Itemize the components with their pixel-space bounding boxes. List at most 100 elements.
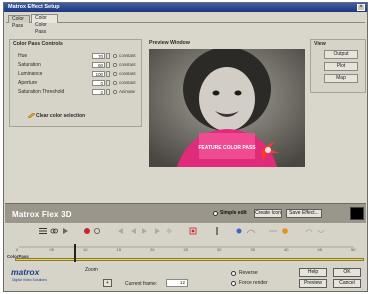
tab-color-pass[interactable]: Color Pass (8, 15, 30, 29)
hue-field[interactable]: 70 (92, 53, 105, 59)
link-icon[interactable] (50, 227, 58, 235)
pencil-icon[interactable] (28, 113, 35, 118)
keyframe-add-icon[interactable] (165, 227, 173, 235)
tab-strip: Color Pass Color Color Pass (6, 14, 365, 35)
cancel-button[interactable]: Cancel (333, 279, 361, 288)
map-button[interactable]: Map (324, 74, 358, 83)
simple-edit-radio[interactable] (213, 211, 218, 216)
preview-image: FEATURE COLOR PASS (149, 49, 305, 167)
preview-window-panel: Preview Window FEATURE COLOR PASS (147, 39, 307, 169)
reverse-label: Reverse (239, 270, 258, 276)
control-label: Saturation (18, 62, 41, 68)
zoom-button[interactable]: + (103, 279, 112, 287)
clear-color-selection-button[interactable]: Clear color selection (36, 113, 85, 121)
record-icon[interactable] (83, 227, 91, 235)
aperture-constant-radio[interactable] (113, 81, 117, 85)
keyframe-last-icon[interactable] (153, 227, 161, 235)
mode-label: constant (119, 62, 136, 67)
preview-title: Preview Window (149, 40, 190, 46)
create-icon-button[interactable]: Create Icon (254, 209, 282, 218)
keyframe-orange-icon[interactable] (281, 227, 289, 235)
loop-icon[interactable] (305, 227, 313, 235)
luminance-stepper[interactable] (106, 71, 110, 77)
save-effect-button[interactable]: Save Effect... (286, 209, 322, 218)
mode-label: constant (119, 71, 136, 76)
ruler-tick-label: 25 (183, 247, 188, 252)
reverse-radio[interactable] (231, 271, 236, 276)
current-frame-field[interactable]: 12 (166, 279, 188, 287)
control-label: Hue (18, 53, 28, 59)
ruler-tick-label: 15 (116, 247, 121, 252)
ruler-tick-label: 45 (317, 247, 322, 252)
help-button[interactable]: Help (299, 268, 327, 277)
brand-label: Matrox Flex 3D (12, 210, 72, 219)
ruler-tick-label: 40 (284, 247, 289, 252)
ok-button[interactable]: OK (333, 268, 361, 277)
playhead-cursor[interactable] (74, 244, 76, 262)
ruler-tick-label: 35 (250, 247, 255, 252)
ruler-tick-label: 30 (217, 247, 222, 252)
list-icon[interactable] (39, 227, 47, 235)
saturation-threshold-field[interactable]: 2 (92, 89, 105, 95)
color-swatch[interactable] (350, 207, 364, 220)
view-title: View (314, 41, 326, 47)
preview-banner-text: FEATURE COLOR PASS (198, 145, 256, 151)
action-bar: Matrox Flex 3D Simple edit Create Icon S… (5, 203, 366, 223)
ruler-tick-label: 50 (351, 247, 356, 252)
saturation-threshold-animate-radio[interactable] (113, 90, 117, 94)
force-render-label: Force render (239, 280, 268, 286)
marker-icon[interactable] (213, 227, 221, 235)
luminance-constant-radio[interactable] (113, 72, 117, 76)
keyframe-first-icon[interactable] (117, 227, 125, 235)
luminance-field[interactable]: 100 (92, 71, 105, 77)
effect-setup-window: Matrox Effect Setup × Color Pass Color C… (3, 2, 368, 292)
aperture-field[interactable]: 0 (92, 80, 105, 86)
ruler-tick-label: 10 (83, 247, 88, 252)
stop-icon[interactable] (93, 227, 101, 235)
tab-color-color-pass[interactable]: Color Color Pass (31, 14, 58, 35)
interpolation-blue-icon[interactable] (235, 227, 243, 235)
force-render-radio[interactable] (231, 281, 236, 286)
keyframe-prev-icon[interactable] (129, 227, 137, 235)
saturation-stepper[interactable] (106, 62, 110, 68)
hue-constant-radio[interactable] (113, 54, 117, 58)
output-button[interactable]: Output (324, 50, 358, 59)
keyframe-next-icon[interactable] (141, 227, 149, 235)
mode-label: constant (119, 80, 136, 85)
saturation-field[interactable]: 50 (92, 62, 105, 68)
footer: matrox Digital Video Solutions Zoom + Cu… (5, 263, 366, 291)
play-icon[interactable] (61, 227, 69, 235)
logo-subtitle: Digital Video Solutions (12, 278, 47, 282)
keyframe-red-icon[interactable] (189, 227, 197, 235)
mode-label: Animate (119, 89, 136, 94)
control-label: Aperture (18, 80, 38, 86)
control-label: Saturation Threshold (18, 89, 65, 95)
saturation-threshold-stepper[interactable] (106, 89, 110, 95)
aperture-stepper[interactable] (106, 80, 110, 86)
control-label: Luminance (18, 71, 43, 77)
ruler-tick-label: 20 (150, 247, 155, 252)
mode-label: constant (119, 53, 136, 58)
curve-icon[interactable] (247, 227, 255, 235)
hue-stepper[interactable] (106, 53, 110, 59)
saturation-constant-radio[interactable] (113, 63, 117, 67)
preview-button[interactable]: Preview (299, 279, 327, 288)
ease-icon[interactable] (269, 227, 277, 235)
zoom-label: Zoom (85, 267, 98, 273)
current-frame-label: Current frame: (125, 281, 158, 287)
keyframe-toolbar (5, 224, 366, 238)
timeline[interactable]: 0 05 10 15 20 25 30 35 40 45 50 ColorPass (5, 238, 366, 262)
panel-title: Color Pass Controls (13, 41, 63, 47)
title-bar: Matrox Effect Setup × (4, 3, 367, 12)
loop-back-icon[interactable] (317, 227, 325, 235)
color-pass-controls-panel: Color Pass Controls Hue 70 constant Satu… (9, 39, 142, 127)
preview-photo: FEATURE COLOR PASS (149, 49, 305, 167)
ruler-tick-label: 05 (49, 247, 54, 252)
simple-edit-label: Simple edit (220, 210, 247, 216)
close-icon[interactable]: × (357, 4, 365, 11)
plot-button[interactable]: Plot (324, 62, 358, 71)
colorpass-track[interactable] (15, 258, 364, 261)
view-panel: View Output Plot Map (310, 39, 366, 93)
ruler-tick-label: 0 (16, 247, 19, 252)
window-title: Matrox Effect Setup (8, 4, 60, 10)
